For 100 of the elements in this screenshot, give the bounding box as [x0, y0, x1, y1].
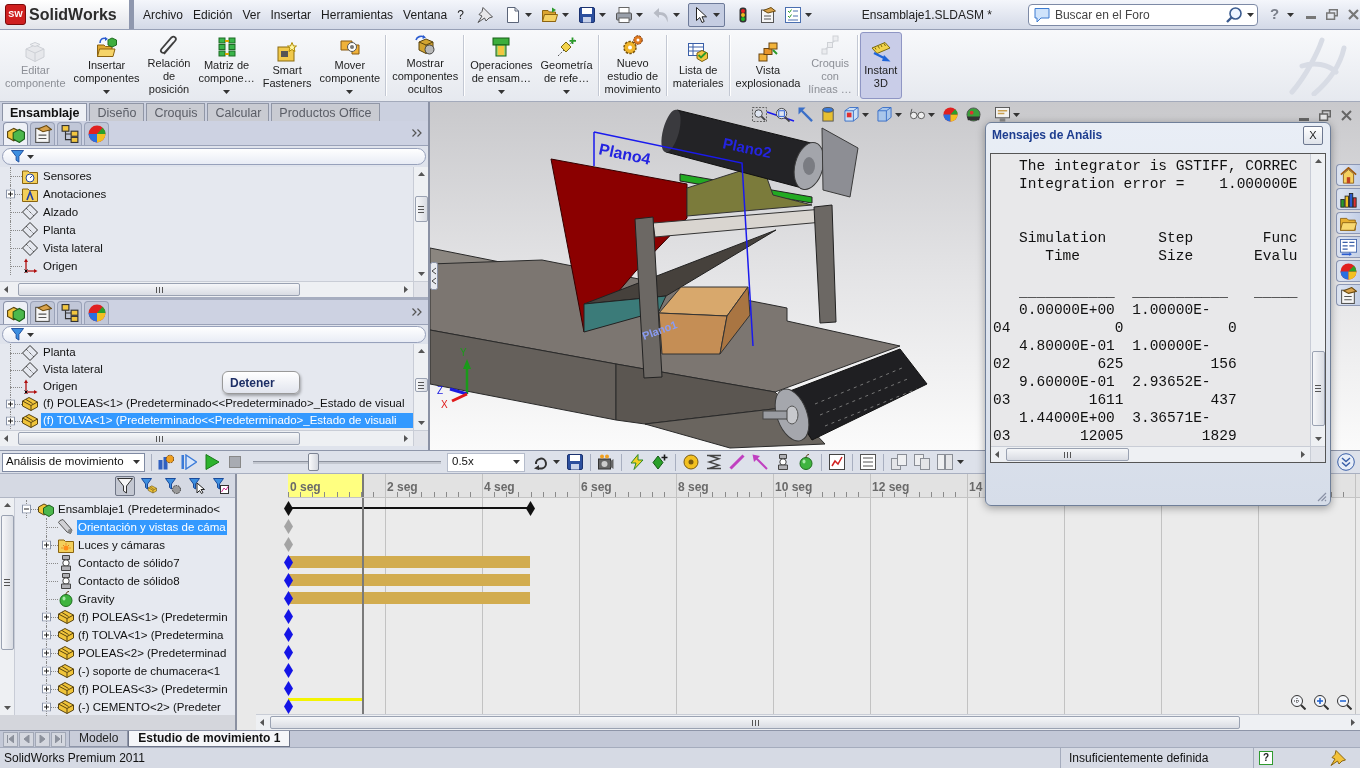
- tree-item[interactable]: POLEAS<2> (Predeterminad: [77, 645, 228, 661]
- color-ball-icon[interactable]: [943, 107, 958, 122]
- tree-item[interactable]: Vista lateral: [41, 240, 104, 256]
- caret-icon[interactable]: [928, 112, 935, 117]
- scrollbar-thumb[interactable]: [0, 515, 14, 650]
- vertical-scrollbar[interactable]: [0, 498, 15, 715]
- cube-icon[interactable]: [844, 107, 859, 122]
- tree-item[interactable]: Origen: [41, 379, 79, 394]
- checklist-icon[interactable]: [784, 6, 801, 23]
- ribbon-button[interactable]: Instant 3D: [859, 32, 902, 99]
- ribbon-button[interactable]: Insertar componentes: [69, 32, 144, 99]
- tree-item[interactable]: Alzado: [41, 204, 80, 220]
- task-pane-tab[interactable]: [1336, 236, 1360, 258]
- zoom-area-icon[interactable]: [775, 107, 790, 122]
- caret-icon[interactable]: [635, 12, 643, 17]
- tab[interactable]: Productos Office: [271, 103, 380, 121]
- horizontal-scrollbar[interactable]: [0, 430, 413, 446]
- diamond-icon[interactable]: [283, 554, 293, 570]
- glasses-icon[interactable]: [910, 107, 925, 122]
- filter-button[interactable]: [211, 475, 231, 496]
- camera-icon[interactable]: [598, 454, 614, 470]
- slider-thumb[interactable]: [307, 453, 319, 471]
- vertical-scrollbar[interactable]: [413, 344, 428, 430]
- horizontal-scrollbar[interactable]: [991, 446, 1310, 462]
- expand-box-icon[interactable]: [6, 189, 15, 199]
- save-icon[interactable]: [578, 6, 595, 23]
- menu-item[interactable]: Edición: [188, 3, 238, 26]
- tree-item[interactable]: Ensamblaje1 (Predeterminado<: [57, 501, 222, 517]
- tree-item[interactable]: Planta: [41, 345, 77, 360]
- filter-button[interactable]: [163, 475, 183, 496]
- tree-item[interactable]: Vista lateral: [41, 362, 104, 377]
- play-icon[interactable]: [204, 454, 220, 470]
- diamond-icon[interactable]: [283, 626, 293, 642]
- tab[interactable]: Diseño: [89, 103, 145, 121]
- tab[interactable]: Croquis: [146, 103, 206, 121]
- zoom-in-icon[interactable]: [1313, 694, 1329, 710]
- scroll-down-arrow-icon[interactable]: [417, 272, 425, 276]
- save-icon[interactable]: [567, 454, 583, 470]
- restore-icon[interactable]: [1319, 110, 1331, 121]
- scroll-left-arrow-icon[interactable]: [260, 719, 264, 726]
- playhead-line[interactable]: [361, 498, 364, 715]
- scroll-up-arrow-icon[interactable]: [3, 503, 11, 507]
- play-from-start-icon[interactable]: [181, 454, 197, 470]
- tree-item[interactable]: Anotaciones: [41, 186, 108, 202]
- filter-field[interactable]: [2, 326, 426, 343]
- playhead-marker[interactable]: [361, 474, 364, 497]
- tree-item[interactable]: Origen: [41, 258, 79, 274]
- scroll-right-arrow-icon[interactable]: [1301, 451, 1305, 458]
- caret-icon[interactable]: [553, 460, 560, 464]
- caret-icon[interactable]: [895, 112, 902, 117]
- double-chevron-icon[interactable]: [412, 308, 422, 316]
- tree-item[interactable]: (f) POLEAS<3> (Predetermin: [77, 681, 229, 697]
- caret-icon[interactable]: [1013, 112, 1020, 117]
- ribbon-button[interactable]: Mostrar componentes ocultos: [388, 32, 463, 99]
- close-icon[interactable]: [1348, 9, 1360, 20]
- scroll-left-arrow-icon[interactable]: [4, 286, 8, 293]
- scroll-up-arrow-icon[interactable]: [417, 349, 425, 353]
- diamond-plus-icon[interactable]: [652, 454, 668, 470]
- scroll-up-arrow-icon[interactable]: [1314, 159, 1322, 163]
- tree-item[interactable]: Gravity: [77, 591, 116, 607]
- diamond-icon[interactable]: [283, 698, 293, 714]
- diamond-icon[interactable]: [283, 608, 293, 624]
- ribbon-button[interactable]: Vista explosionada: [731, 32, 805, 99]
- pin-icon[interactable]: [476, 6, 493, 23]
- scroll-down-arrow-icon[interactable]: [417, 421, 425, 425]
- select-tool-button[interactable]: [687, 2, 725, 27]
- disc-icon[interactable]: [683, 454, 699, 470]
- restore-icon[interactable]: [1326, 9, 1339, 20]
- menu-item[interactable]: Archivo: [138, 3, 188, 26]
- panel-tab[interactable]: [3, 122, 28, 145]
- menu-item[interactable]: Ver: [237, 3, 266, 26]
- vertical-scrollbar[interactable]: [1310, 154, 1325, 446]
- sheets-icon[interactable]: [914, 454, 930, 470]
- diamond-icon[interactable]: [525, 500, 535, 516]
- chevron-tab-icon[interactable]: [430, 262, 438, 290]
- tab[interactable]: Ensamblaje: [2, 103, 88, 121]
- close-button[interactable]: X: [1303, 125, 1323, 145]
- task-pane-tab[interactable]: [1336, 164, 1360, 186]
- print-icon[interactable]: [615, 6, 632, 23]
- caret-icon[interactable]: [524, 12, 532, 17]
- horizontal-scrollbar[interactable]: [0, 281, 413, 297]
- clamp-icon[interactable]: [775, 454, 791, 470]
- scroll-right-arrow-icon[interactable]: [404, 286, 408, 293]
- tree-item[interactable]: (-) CEMENTO<2> (Predeter: [77, 699, 222, 715]
- panel-tab[interactable]: [57, 301, 82, 324]
- tree-item[interactable]: Sensores: [41, 168, 93, 184]
- expand-box-icon[interactable]: [42, 648, 51, 658]
- diamond-icon[interactable]: [283, 590, 293, 606]
- slider-track[interactable]: [253, 453, 441, 471]
- tree-item[interactable]: (f) TOLVA<1> (Predetermina: [77, 627, 225, 643]
- panel-tab[interactable]: [30, 122, 55, 145]
- menu-item[interactable]: Insertar: [265, 3, 317, 26]
- search-input[interactable]: Buscar en el Foro: [1054, 5, 1221, 24]
- speed-dropdown[interactable]: 0.5x: [447, 452, 525, 472]
- diamond-icon[interactable]: [283, 500, 293, 516]
- scroll-down-arrow-icon[interactable]: [1314, 437, 1322, 441]
- tree-item[interactable]: (-) soporte de chumacera<1: [77, 663, 222, 679]
- expand-box-icon[interactable]: [42, 540, 51, 550]
- scrollbar-thumb[interactable]: [1311, 351, 1325, 426]
- arrow-icon[interactable]: [798, 107, 813, 122]
